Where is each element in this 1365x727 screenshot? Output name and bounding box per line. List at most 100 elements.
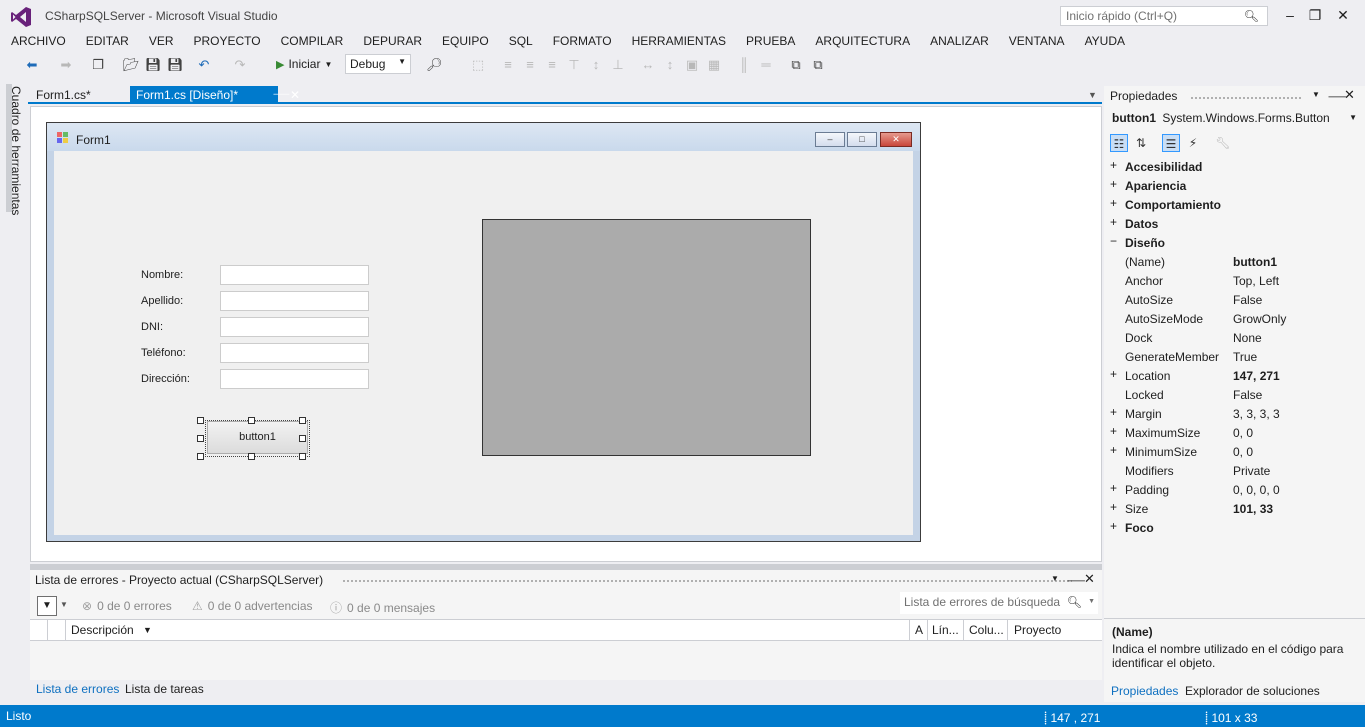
resize-handle[interactable]: [197, 435, 204, 442]
save-all-icon[interactable]: 💾︎: [167, 57, 184, 73]
close-icon[interactable]: ✕: [290, 86, 300, 104]
categorized-icon[interactable]: ☷: [1110, 134, 1128, 152]
horizontal-spacing-icon[interactable]: ║: [736, 57, 752, 73]
make-same-size-icon[interactable]: ▣: [684, 57, 700, 73]
resize-handle[interactable]: [248, 417, 255, 424]
tab-error-list[interactable]: Lista de errores: [36, 682, 119, 696]
property-category[interactable]: + Comportamiento: [1104, 195, 1365, 214]
property-value[interactable]: Top, Left: [1233, 274, 1279, 288]
properties-icon[interactable]: ☰: [1162, 134, 1180, 152]
expand-icon[interactable]: +: [1110, 501, 1120, 513]
property-value[interactable]: button1: [1233, 255, 1277, 269]
tab-properties[interactable]: Propiedades: [1111, 684, 1178, 698]
property-value[interactable]: 101, 33: [1233, 502, 1273, 516]
tab-solution-explorer[interactable]: Explorador de soluciones: [1185, 684, 1320, 698]
expand-icon[interactable]: +: [1110, 368, 1120, 380]
property-row[interactable]: + Size 101, 33: [1104, 499, 1365, 518]
expand-icon[interactable]: +: [1110, 197, 1120, 209]
expand-icon[interactable]: +: [1110, 406, 1120, 418]
property-row[interactable]: Dock None: [1104, 328, 1365, 347]
textbox-telefono[interactable]: [220, 343, 369, 363]
align-centers-icon[interactable]: ≡: [522, 57, 538, 73]
align-middles-icon[interactable]: ↕: [588, 57, 604, 73]
property-value[interactable]: 0, 0: [1233, 426, 1253, 440]
label-nombre[interactable]: Nombre:: [141, 269, 183, 281]
property-row[interactable]: + Padding 0, 0, 0, 0: [1104, 480, 1365, 499]
resize-handle[interactable]: [299, 435, 306, 442]
minimize-window-button[interactable]: –: [1280, 5, 1300, 25]
button1[interactable]: button1: [207, 421, 308, 454]
errors-filter-button[interactable]: ⊗ 0 de 0 errores: [82, 599, 172, 613]
filter-icon[interactable]: ▼: [37, 596, 57, 616]
start-debug-button[interactable]: ▶ Iniciar ▼: [276, 57, 332, 71]
textbox-apellido[interactable]: [220, 291, 369, 311]
menu-formato[interactable]: FORMATO: [543, 32, 622, 50]
menu-arquitectura[interactable]: ARQUITECTURA: [805, 32, 920, 50]
chevron-down-icon[interactable]: ▼: [1088, 90, 1097, 100]
messages-filter-button[interactable]: ⓘ 0 de 0 mensajes: [330, 599, 435, 616]
picture-box[interactable]: [482, 219, 811, 456]
resize-handle[interactable]: [197, 417, 204, 424]
navigate-back-icon[interactable]: ⬅︎: [24, 57, 40, 73]
menu-equipo[interactable]: EQUIPO: [432, 32, 499, 50]
property-row[interactable]: + Margin 3, 3, 3, 3: [1104, 404, 1365, 423]
redo-icon[interactable]: ↷: [232, 57, 248, 73]
resize-handle[interactable]: [248, 453, 255, 460]
chevron-down-icon[interactable]: ▼: [1312, 90, 1320, 99]
find-in-files-icon[interactable]: 🔎︎: [426, 57, 443, 73]
property-row[interactable]: Modifiers Private: [1104, 461, 1365, 480]
property-value[interactable]: Private: [1233, 464, 1270, 478]
property-value[interactable]: False: [1233, 293, 1262, 307]
textbox-nombre[interactable]: [220, 265, 369, 285]
tab-form1-design[interactable]: Form1.cs [Diseño]*: [130, 86, 278, 104]
menu-ayuda[interactable]: AYUDA: [1075, 32, 1135, 50]
size-to-grid-icon[interactable]: ▦: [706, 57, 722, 73]
menu-prueba[interactable]: PRUEBA: [736, 32, 805, 50]
property-category[interactable]: + Apariencia: [1104, 176, 1365, 195]
chevron-down-icon[interactable]: ▼: [1051, 574, 1059, 583]
expand-icon[interactable]: +: [1110, 425, 1120, 437]
chevron-down-icon[interactable]: ▼: [60, 600, 68, 609]
property-category[interactable]: + Foco: [1104, 518, 1365, 537]
column-line[interactable]: Lín...: [932, 623, 959, 637]
quick-launch-input[interactable]: Inicio rápido (Ctrl+Q) 🔍︎: [1060, 6, 1268, 26]
expand-icon[interactable]: +: [1110, 520, 1120, 532]
vertical-spacing-icon[interactable]: ═: [758, 57, 774, 73]
navigate-forward-icon[interactable]: ➡︎: [58, 57, 74, 73]
object-selector[interactable]: button1 System.Windows.Forms.Button ▼: [1108, 108, 1361, 128]
textbox-direccion[interactable]: [220, 369, 369, 389]
menu-proyecto[interactable]: PROYECTO: [184, 32, 271, 50]
events-icon[interactable]: ⚡︎: [1184, 134, 1202, 152]
property-row[interactable]: Locked False: [1104, 385, 1365, 404]
align-bottoms-icon[interactable]: ⊥: [610, 57, 626, 73]
property-pages-icon[interactable]: 🔧︎: [1214, 134, 1232, 152]
column-column[interactable]: Colu...: [969, 623, 1004, 637]
property-row[interactable]: + MaximumSize 0, 0: [1104, 423, 1365, 442]
property-value[interactable]: 0, 0, 0, 0: [1233, 483, 1280, 497]
align-rights-icon[interactable]: ≡: [544, 57, 560, 73]
undo-icon[interactable]: ↶: [196, 57, 212, 73]
close-icon[interactable]: ✕: [1344, 87, 1355, 103]
warnings-filter-button[interactable]: ⚠︎ 0 de 0 advertencias: [192, 599, 313, 613]
menu-editar[interactable]: EDITAR: [76, 32, 139, 50]
property-value[interactable]: GrowOnly: [1233, 312, 1286, 326]
property-category[interactable]: + Datos: [1104, 214, 1365, 233]
label-apellido[interactable]: Apellido:: [141, 295, 183, 307]
pin-icon[interactable]: ⸺: [273, 86, 290, 104]
form-window[interactable]: Form1 – □ ✕ Nombre: Apellido: DNI: Teléf…: [46, 122, 921, 542]
align-lefts-icon[interactable]: ≡: [500, 57, 516, 73]
close-window-button[interactable]: ✕: [1333, 5, 1353, 25]
restore-window-button[interactable]: ❐: [1305, 5, 1325, 25]
menu-ventana[interactable]: VENTANA: [999, 32, 1075, 50]
make-same-width-icon[interactable]: ↔: [640, 57, 656, 73]
property-row[interactable]: AutoSize False: [1104, 290, 1365, 309]
expand-icon[interactable]: +: [1110, 178, 1120, 190]
menu-sql[interactable]: SQL: [499, 32, 543, 50]
bring-to-front-icon[interactable]: ⧉: [788, 57, 804, 73]
send-to-back-icon[interactable]: ⧉: [810, 57, 826, 73]
property-row[interactable]: + MinimumSize 0, 0: [1104, 442, 1365, 461]
pin-icon[interactable]: ⸺: [1067, 572, 1085, 588]
property-value[interactable]: None: [1233, 331, 1262, 345]
property-value[interactable]: True: [1233, 350, 1257, 364]
property-category[interactable]: + Accesibilidad: [1104, 157, 1365, 176]
